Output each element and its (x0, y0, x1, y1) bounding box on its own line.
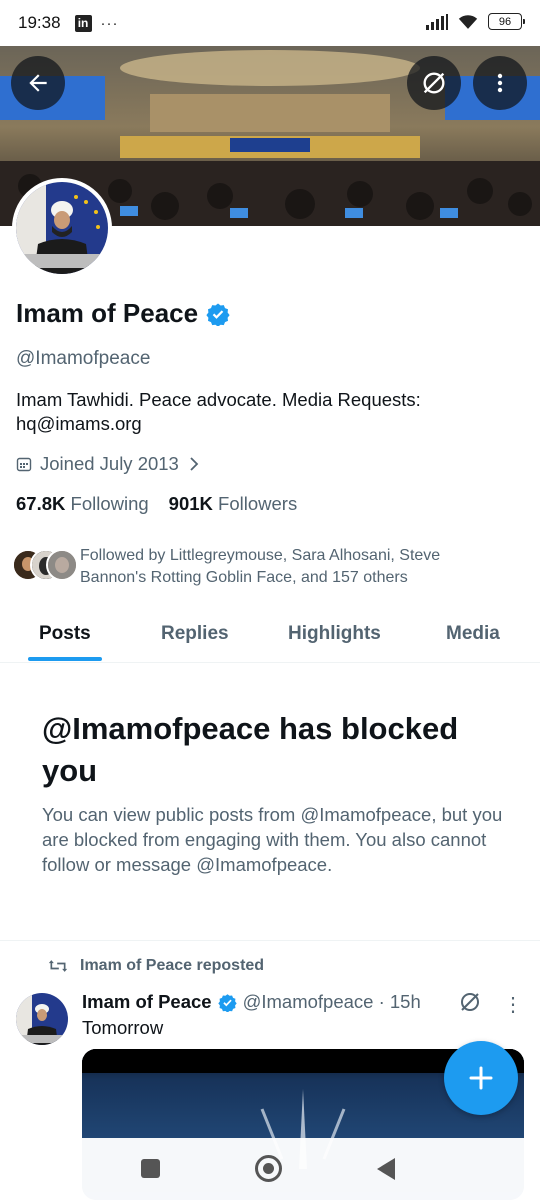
followers-link[interactable]: 901K Followers (169, 493, 298, 515)
more-options-button[interactable] (473, 56, 527, 110)
back-button[interactable] (11, 56, 65, 110)
profile-handle: @Imamofpeace (16, 348, 151, 369)
linkedin-icon: in (74, 14, 92, 32)
following-count: 67.8K (16, 493, 66, 514)
post-author-avatar[interactable] (16, 993, 68, 1045)
repost-label: Imam of Peace reposted (80, 957, 265, 974)
status-time: 19:38 (18, 13, 61, 32)
active-tab-indicator (28, 657, 102, 661)
home-button[interactable] (255, 1155, 282, 1182)
followed-by-row[interactable]: Followed by Littlegreymouse, Sara Alhosa… (12, 545, 510, 589)
post-more-button[interactable]: ⋮ (503, 992, 523, 1017)
calendar-icon (16, 457, 32, 472)
signal-icon (426, 13, 448, 30)
tab-media[interactable]: Media (446, 605, 500, 663)
profile-name-row: Imam of Peace (16, 298, 230, 329)
more-vertical-icon (497, 73, 503, 93)
post-text: Tomorrow (82, 1017, 164, 1038)
wifi-icon (458, 15, 478, 29)
followed-by-avatars (12, 549, 78, 585)
tab-posts[interactable]: Posts (39, 605, 91, 663)
joined-row[interactable]: Joined July 2013 (16, 453, 201, 475)
tab-highlights[interactable]: Highlights (288, 605, 381, 663)
battery-icon: 96 (488, 13, 525, 30)
post-avatar-image (16, 993, 68, 1045)
repost-indicator[interactable]: Imam of Peace reposted (48, 957, 264, 975)
status-icons: 96 (426, 13, 525, 30)
divider (0, 940, 540, 941)
recents-button[interactable] (141, 1159, 160, 1178)
profile-avatar[interactable] (12, 178, 112, 278)
compose-button[interactable] (444, 1041, 518, 1115)
plus-icon (469, 1066, 493, 1090)
followers-label: Followers (218, 493, 298, 514)
post-handle-time: @Imamofpeace · 15h (242, 991, 421, 1012)
followers-count: 901K (168, 493, 213, 514)
followed-by-text: Followed by Littlegreymouse, Sara Alhosa… (80, 547, 441, 586)
grok-button[interactable] (407, 56, 461, 110)
verified-badge-icon (217, 993, 237, 1012)
verified-badge-icon (206, 303, 230, 326)
profile-bio: Imam Tawhidi. Peace advocate. Media Requ… (16, 389, 421, 434)
profile-tabs: Posts Replies Highlights Media (0, 605, 540, 663)
grok-icon (423, 72, 445, 94)
avatar-image (16, 182, 108, 274)
system-nav-bar (0, 1138, 540, 1200)
tab-replies[interactable]: Replies (161, 605, 229, 663)
chevron-right-icon (190, 457, 199, 471)
mini-avatar (46, 549, 78, 581)
follow-stats: 67.8K Following 901K Followers (16, 493, 297, 515)
arrow-left-icon (29, 74, 47, 92)
joined-date: Joined July 2013 (40, 453, 179, 474)
back-nav-button[interactable] (377, 1158, 395, 1180)
repost-icon (48, 960, 68, 972)
blocked-title: @Imamofpeace has blocked you (42, 711, 459, 788)
grok-icon[interactable] (458, 990, 482, 1014)
more-notifications-icon: ··· (100, 14, 119, 32)
following-label: Following (70, 493, 149, 514)
profile-name: Imam of Peace (16, 298, 199, 328)
status-bar: 19:38 in ··· 96 (0, 0, 540, 46)
blocked-message: You can view public posts from @Imamofpe… (42, 804, 503, 875)
post-header: Imam of Peace @Imamofpeace · 15h (82, 991, 421, 1013)
battery-level: 96 (498, 15, 512, 28)
post-author-name[interactable]: Imam of Peace (82, 991, 212, 1013)
following-link[interactable]: 67.8K Following (16, 493, 149, 515)
